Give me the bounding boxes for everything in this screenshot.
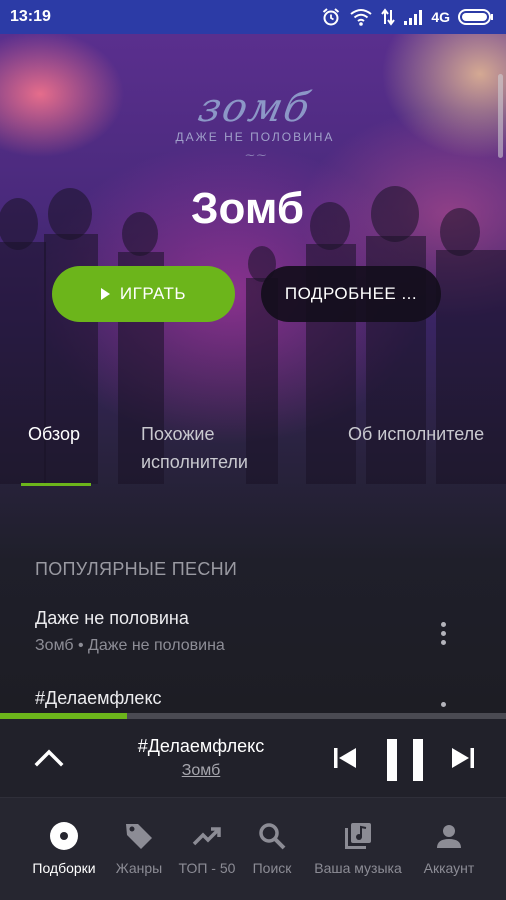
song-title: #Делаемфлекс xyxy=(35,688,162,708)
chevron-up-icon[interactable] xyxy=(32,741,66,775)
nav-label: Аккаунт xyxy=(423,860,475,876)
bottom-navigation: Подборки Жанры ТОП - 50 Поиск Ваша музык… xyxy=(0,797,506,900)
pause-icon[interactable] xyxy=(385,739,425,781)
nav-item-genres[interactable]: Жанры xyxy=(108,820,170,876)
now-playing-title: #Делаемфлекс xyxy=(137,736,265,756)
song-subtitle: Зомб • Даже не половина xyxy=(35,637,225,654)
account-icon xyxy=(433,820,465,852)
nav-item-your-music[interactable]: Ваша музыка xyxy=(306,820,410,876)
album-logo: зомб ДАЖЕ НЕ ПОЛОВИНА ⁓ ⁓ xyxy=(170,85,340,161)
tab-similar-artists[interactable]: Похожие исполнители xyxy=(141,420,301,476)
nav-item-top50[interactable]: ТОП - 50 xyxy=(174,820,240,876)
tab-about-artist[interactable]: Об исполнителе xyxy=(348,420,488,448)
nav-item-account[interactable]: Аккаунт xyxy=(416,820,482,876)
status-icons: 4G xyxy=(321,7,494,27)
logo-script: зомб xyxy=(194,85,316,131)
status-time: 13:19 xyxy=(10,8,51,25)
mini-player: #Делаемфлекс Зомб xyxy=(0,719,506,797)
nav-label: Жанры xyxy=(115,860,163,876)
more-info-label: ПОДРОБНЕЕ ... xyxy=(284,284,418,303)
nav-label: Поиск xyxy=(252,860,292,876)
active-tab-indicator xyxy=(21,483,91,486)
artist-hero: зомб ДАЖЕ НЕ ПОЛОВИНА ⁓ ⁓ Зомб ИГРАТЬ ПО… xyxy=(0,34,506,710)
logo-subtitle: ДАЖЕ НЕ ПОЛОВИНА xyxy=(175,130,335,144)
skip-next-icon[interactable] xyxy=(450,745,476,771)
disc-icon xyxy=(48,820,80,852)
tab-overview[interactable]: Обзор xyxy=(28,420,80,448)
more-info-button[interactable]: ПОДРОБНЕЕ ... xyxy=(261,266,441,322)
nav-label: Ваша музыка xyxy=(314,860,402,876)
artist-name: Зомб xyxy=(190,184,304,233)
now-playing-artist[interactable]: Зомб xyxy=(130,762,272,780)
nav-item-search[interactable]: Поиск xyxy=(246,820,298,876)
nav-item-collections[interactable]: Подборки xyxy=(22,820,106,876)
song-row[interactable]: #Делаемфлекс xyxy=(35,688,455,709)
popular-songs-header: ПОПУЛЯРНЫЕ ПЕСНИ xyxy=(35,559,238,579)
song-title: Даже не половина xyxy=(35,608,189,628)
play-button[interactable]: ИГРАТЬ xyxy=(52,266,235,322)
skip-previous-icon[interactable] xyxy=(332,745,358,771)
music-library-icon xyxy=(342,820,374,852)
nav-label: ТОП - 50 xyxy=(178,860,236,876)
wifi-icon xyxy=(349,7,373,27)
song-menu-icon[interactable] xyxy=(433,618,453,648)
scrollbar[interactable] xyxy=(498,74,503,158)
signal-icon xyxy=(403,8,423,26)
data-transfer-icon xyxy=(381,7,396,27)
play-button-label: ИГРАТЬ xyxy=(119,284,187,303)
nav-label: Подборки xyxy=(32,860,96,876)
song-row[interactable]: Даже не половина Зомб • Даже не половина xyxy=(35,608,455,655)
status-bar: 13:19 4G xyxy=(0,0,506,34)
play-icon xyxy=(100,288,110,300)
song-menu-icon[interactable] xyxy=(433,698,453,710)
tag-icon xyxy=(123,820,155,852)
network-type: 4G xyxy=(431,9,450,25)
trending-up-icon xyxy=(191,820,223,852)
alarm-icon xyxy=(321,7,341,27)
search-icon xyxy=(256,820,288,852)
battery-icon xyxy=(458,8,494,26)
logo-signature-icon: ⁓ ⁓ xyxy=(244,150,266,160)
